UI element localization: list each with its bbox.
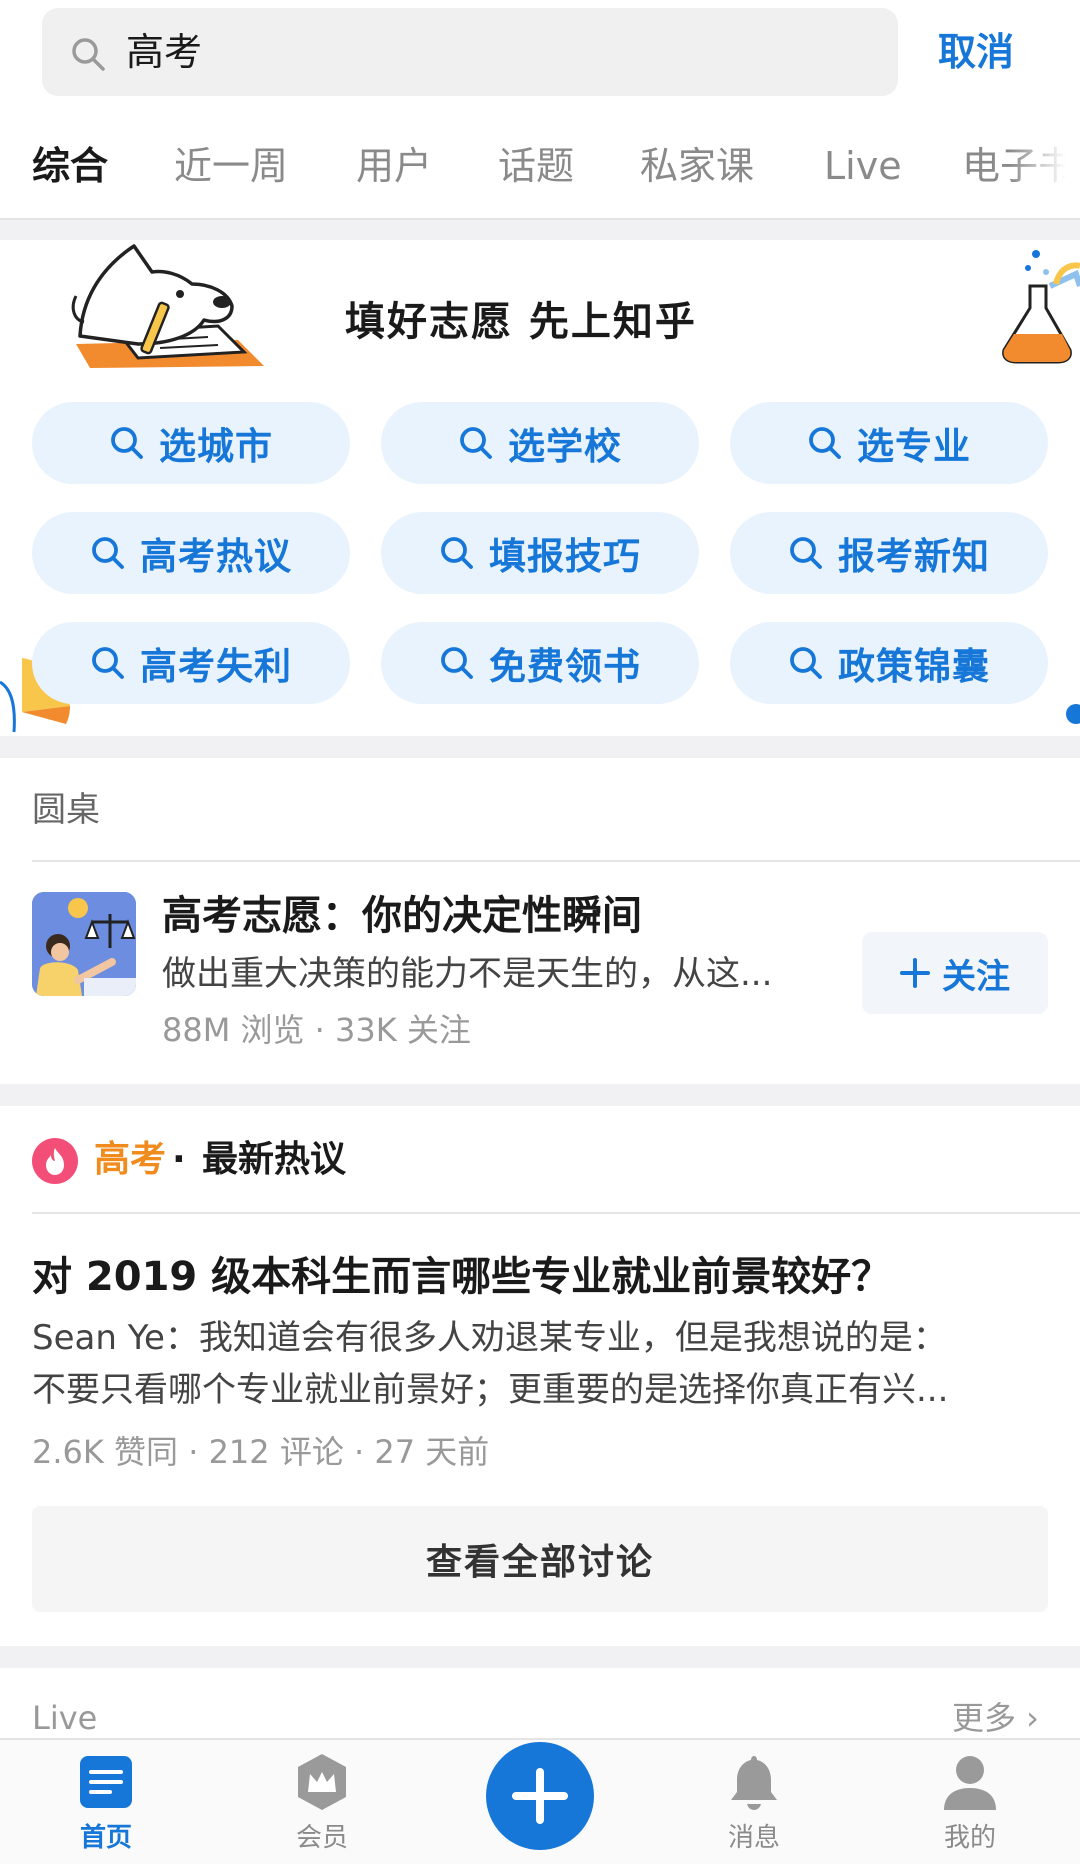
- pill-label: 选城市: [159, 425, 273, 468]
- tab-live[interactable]: Live: [824, 138, 902, 194]
- nav-label: 首页: [79, 1823, 132, 1853]
- plus-icon: [900, 958, 930, 988]
- tab-topics[interactable]: 话题: [498, 138, 574, 194]
- vip-icon: [298, 1754, 346, 1810]
- profile-icon: [944, 1756, 996, 1810]
- pill-select-city[interactable]: 选城市: [32, 402, 350, 484]
- pill-label: 高考热议: [140, 535, 292, 578]
- search-icon: [92, 647, 124, 679]
- search-icon: [790, 537, 822, 569]
- pill-free-book[interactable]: 免费领书: [381, 622, 699, 704]
- plus-icon: [512, 1768, 568, 1824]
- section-gap: [0, 736, 1080, 758]
- bell-icon: [731, 1756, 777, 1810]
- nav-messages[interactable]: 消息: [694, 1752, 814, 1856]
- search-icon: [92, 537, 124, 569]
- search-icon: [441, 647, 473, 679]
- tabs-fade: [1010, 130, 1080, 210]
- home-icon: [80, 1756, 132, 1808]
- view-all-discussions-button[interactable]: 查看全部讨论: [32, 1506, 1048, 1612]
- pill-select-major[interactable]: 选专业: [730, 402, 1048, 484]
- answer-excerpt-line: Sean Ye：我知道会有很多人劝退某专业，但是我想说的是：: [32, 1318, 947, 1358]
- nav-label: 我的: [943, 1823, 996, 1853]
- roundtable-title[interactable]: 高考志愿：你的决定性瞬间: [162, 886, 642, 946]
- nav-vip[interactable]: 会员: [262, 1752, 382, 1856]
- pill-policy-tips[interactable]: 政策锦囊: [730, 622, 1048, 704]
- pill-select-school[interactable]: 选学校: [381, 402, 699, 484]
- search-icon: [460, 427, 492, 459]
- compose-button[interactable]: [486, 1742, 594, 1850]
- tab-comprehensive[interactable]: 综合: [32, 138, 108, 194]
- roundtable-stats: 88M 浏览 · 33K 关注: [162, 1011, 471, 1049]
- pill-label: 政策锦囊: [838, 645, 990, 688]
- pill-label: 填报技巧: [489, 535, 641, 578]
- nav-profile[interactable]: 我的: [910, 1752, 1030, 1856]
- pill-label: 高考失利: [140, 645, 292, 688]
- pill-application-tips[interactable]: 填报技巧: [381, 512, 699, 594]
- tab-recent-week[interactable]: 近一周: [174, 138, 288, 194]
- question-stats: 2.6K 赞同 · 212 评论 · 27 天前: [32, 1433, 490, 1471]
- section-gap: [0, 220, 1080, 242]
- more-link[interactable]: 更多 ›: [952, 1694, 1039, 1742]
- mascot-illustration: [71, 244, 264, 368]
- carousel-indicator: [1066, 704, 1080, 724]
- hot-section-title: 最新热议: [202, 1139, 347, 1180]
- separator-dot: ·: [172, 1139, 186, 1180]
- nav-label: 消息: [727, 1823, 780, 1853]
- search-icon: [441, 537, 473, 569]
- pill-label: 选学校: [508, 425, 622, 468]
- pill-label: 选专业: [857, 425, 971, 468]
- divider: [32, 860, 1080, 862]
- tab-private-course[interactable]: 私家课: [640, 138, 754, 194]
- flask-illustration: [1002, 250, 1080, 364]
- pill-exam-hot-topics[interactable]: 高考热议: [32, 512, 350, 594]
- search-input[interactable]: 高考: [126, 20, 202, 84]
- answer-excerpt[interactable]: Sean Ye：我知道会有很多人劝退某专业，但是我想说的是： 不要只看哪个专业就…: [32, 1312, 1042, 1416]
- roundtable-section-label: 圆桌: [32, 790, 100, 830]
- search-icon: [111, 427, 143, 459]
- live-section-label: Live: [32, 1699, 98, 1737]
- section-gap: [0, 1084, 1080, 1106]
- tab-users[interactable]: 用户: [356, 138, 432, 194]
- flame-icon: [32, 1138, 78, 1184]
- roundtable-thumbnail[interactable]: [32, 892, 136, 996]
- question-title[interactable]: 对 2019 级本科生而言哪些专业就业前景较好？: [32, 1246, 891, 1308]
- search-icon: [790, 647, 822, 679]
- pill-label: 免费领书: [489, 645, 641, 688]
- follow-label: 关注: [942, 956, 1010, 997]
- divider: [32, 1212, 1080, 1214]
- hot-topic-label[interactable]: 高考: [94, 1132, 166, 1188]
- roundtable-thumbnail-image: [32, 892, 136, 996]
- nav-home[interactable]: 首页: [46, 1752, 166, 1856]
- follow-button[interactable]: 关注: [862, 932, 1048, 1014]
- cancel-button[interactable]: 取消: [938, 22, 1014, 82]
- search-icon: [809, 427, 841, 459]
- pill-application-news[interactable]: 报考新知: [730, 512, 1048, 594]
- pill-label: 报考新知: [838, 535, 990, 578]
- nav-label: 会员: [295, 1823, 348, 1853]
- section-gap: [0, 1646, 1080, 1668]
- banner-title: 填好志愿 先上知乎: [345, 299, 697, 345]
- answer-excerpt-line: 不要只看哪个专业就业前景好；更重要的是选择你真正有兴...: [32, 1370, 949, 1410]
- roundtable-description: 做出重大决策的能力不是天生的，从这...: [162, 954, 773, 994]
- pill-exam-setback[interactable]: 高考失利: [32, 622, 350, 704]
- search-icon: [72, 38, 105, 71]
